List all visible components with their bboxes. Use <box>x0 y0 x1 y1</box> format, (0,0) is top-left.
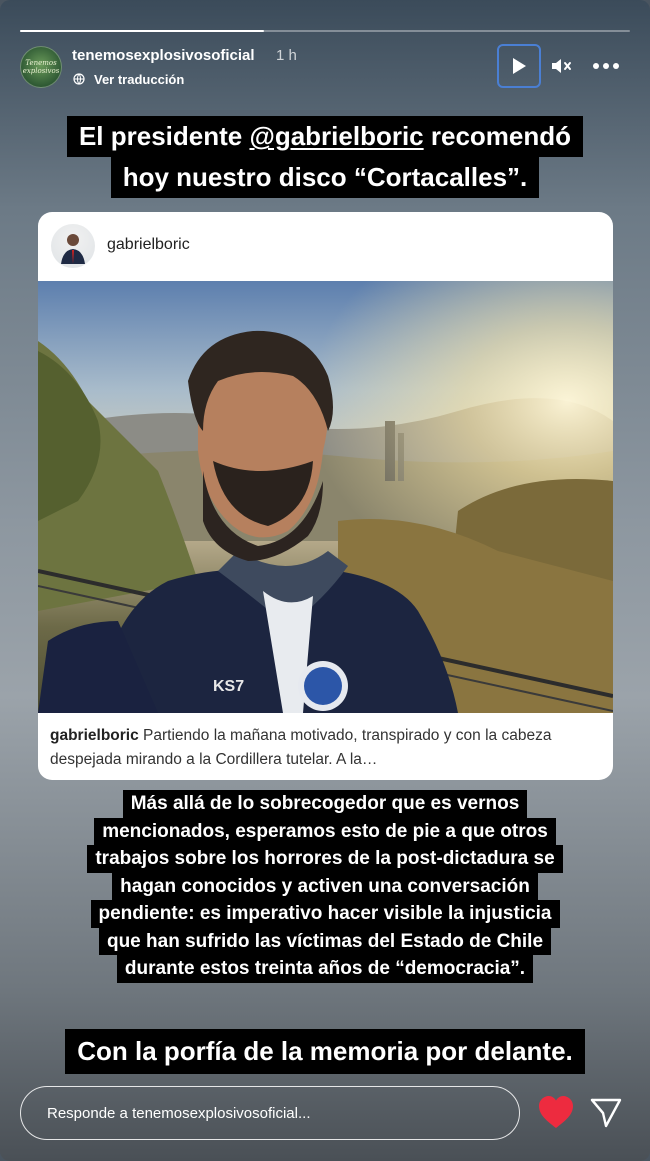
shared-post-caption: gabrielboric Partiendo la mañana motivad… <box>50 724 600 772</box>
paragraph-line: Más allá de lo sobrecogedor que es verno… <box>122 790 528 818</box>
headline-line-2: hoy nuestro disco “Cortacalles”. <box>110 157 540 198</box>
shared-post-avatar[interactable] <box>51 224 95 268</box>
mention-gabrielboric[interactable]: @gabrielboric <box>249 121 423 151</box>
headline-suffix: recomendó <box>423 121 572 151</box>
tagline-text: Con la porfía de la memoria por delante. <box>65 1029 585 1074</box>
story-tagline: Con la porfía de la memoria por delante. <box>0 1029 650 1074</box>
story-paragraph: Más allá de lo sobrecogedor que es verno… <box>0 790 650 983</box>
paragraph-line: trabajos sobre los horrores de la post-d… <box>87 845 563 873</box>
shared-post-username[interactable]: gabrielboric <box>107 236 190 254</box>
see-translation-link[interactable]: Ver traducción <box>94 72 184 87</box>
story-progress-fill <box>20 30 264 32</box>
translate-icon <box>73 73 85 85</box>
paragraph-line: pendiente: es imperativo hacer visible l… <box>90 900 560 928</box>
reply-input[interactable] <box>20 1086 520 1140</box>
caption-username[interactable]: gabrielboric <box>50 727 139 744</box>
more-icon[interactable] <box>589 54 623 78</box>
play-icon <box>513 58 526 74</box>
story-username[interactable]: tenemosexplosivosoficial <box>72 47 255 64</box>
shared-post-card[interactable]: gabrielboric KS7 gabrielboric Partiendo … <box>38 212 613 780</box>
story-headline: El presidente @gabrielboric recomendó ho… <box>0 116 650 198</box>
headline-line-1: El presidente @gabrielboric recomendó <box>66 116 584 157</box>
paragraph-line: mencionados, esperamos esto de pie a que… <box>94 817 556 845</box>
paragraph-line: hagan conocidos y activen una conversaci… <box>112 872 538 900</box>
selfie-photo: KS7 <box>38 281 613 713</box>
avatar-logo-text: Tenemos explosivos <box>22 59 60 75</box>
story-avatar[interactable]: Tenemos explosivos <box>20 46 62 88</box>
jacket-logo-text: KS7 <box>213 678 244 695</box>
mute-icon[interactable] <box>549 54 573 78</box>
shared-post-avatar-image <box>61 234 85 264</box>
play-button[interactable] <box>497 44 541 88</box>
story-timestamp: 1 h <box>276 47 297 64</box>
story-progress-bar <box>20 30 630 32</box>
paragraph-line: que han sufrido las víctimas del Estado … <box>98 927 552 955</box>
story-view: Tenemos explosivos tenemosexplosivosofic… <box>0 0 650 1161</box>
headline-prefix: El presidente <box>78 121 250 151</box>
heart-icon[interactable] <box>537 1095 575 1131</box>
paragraph-line: durante estos treinta años de “democraci… <box>116 955 534 983</box>
send-icon[interactable] <box>589 1096 623 1130</box>
shared-post-photo[interactable]: KS7 <box>38 281 613 713</box>
shared-post-header: gabrielboric <box>38 212 613 280</box>
